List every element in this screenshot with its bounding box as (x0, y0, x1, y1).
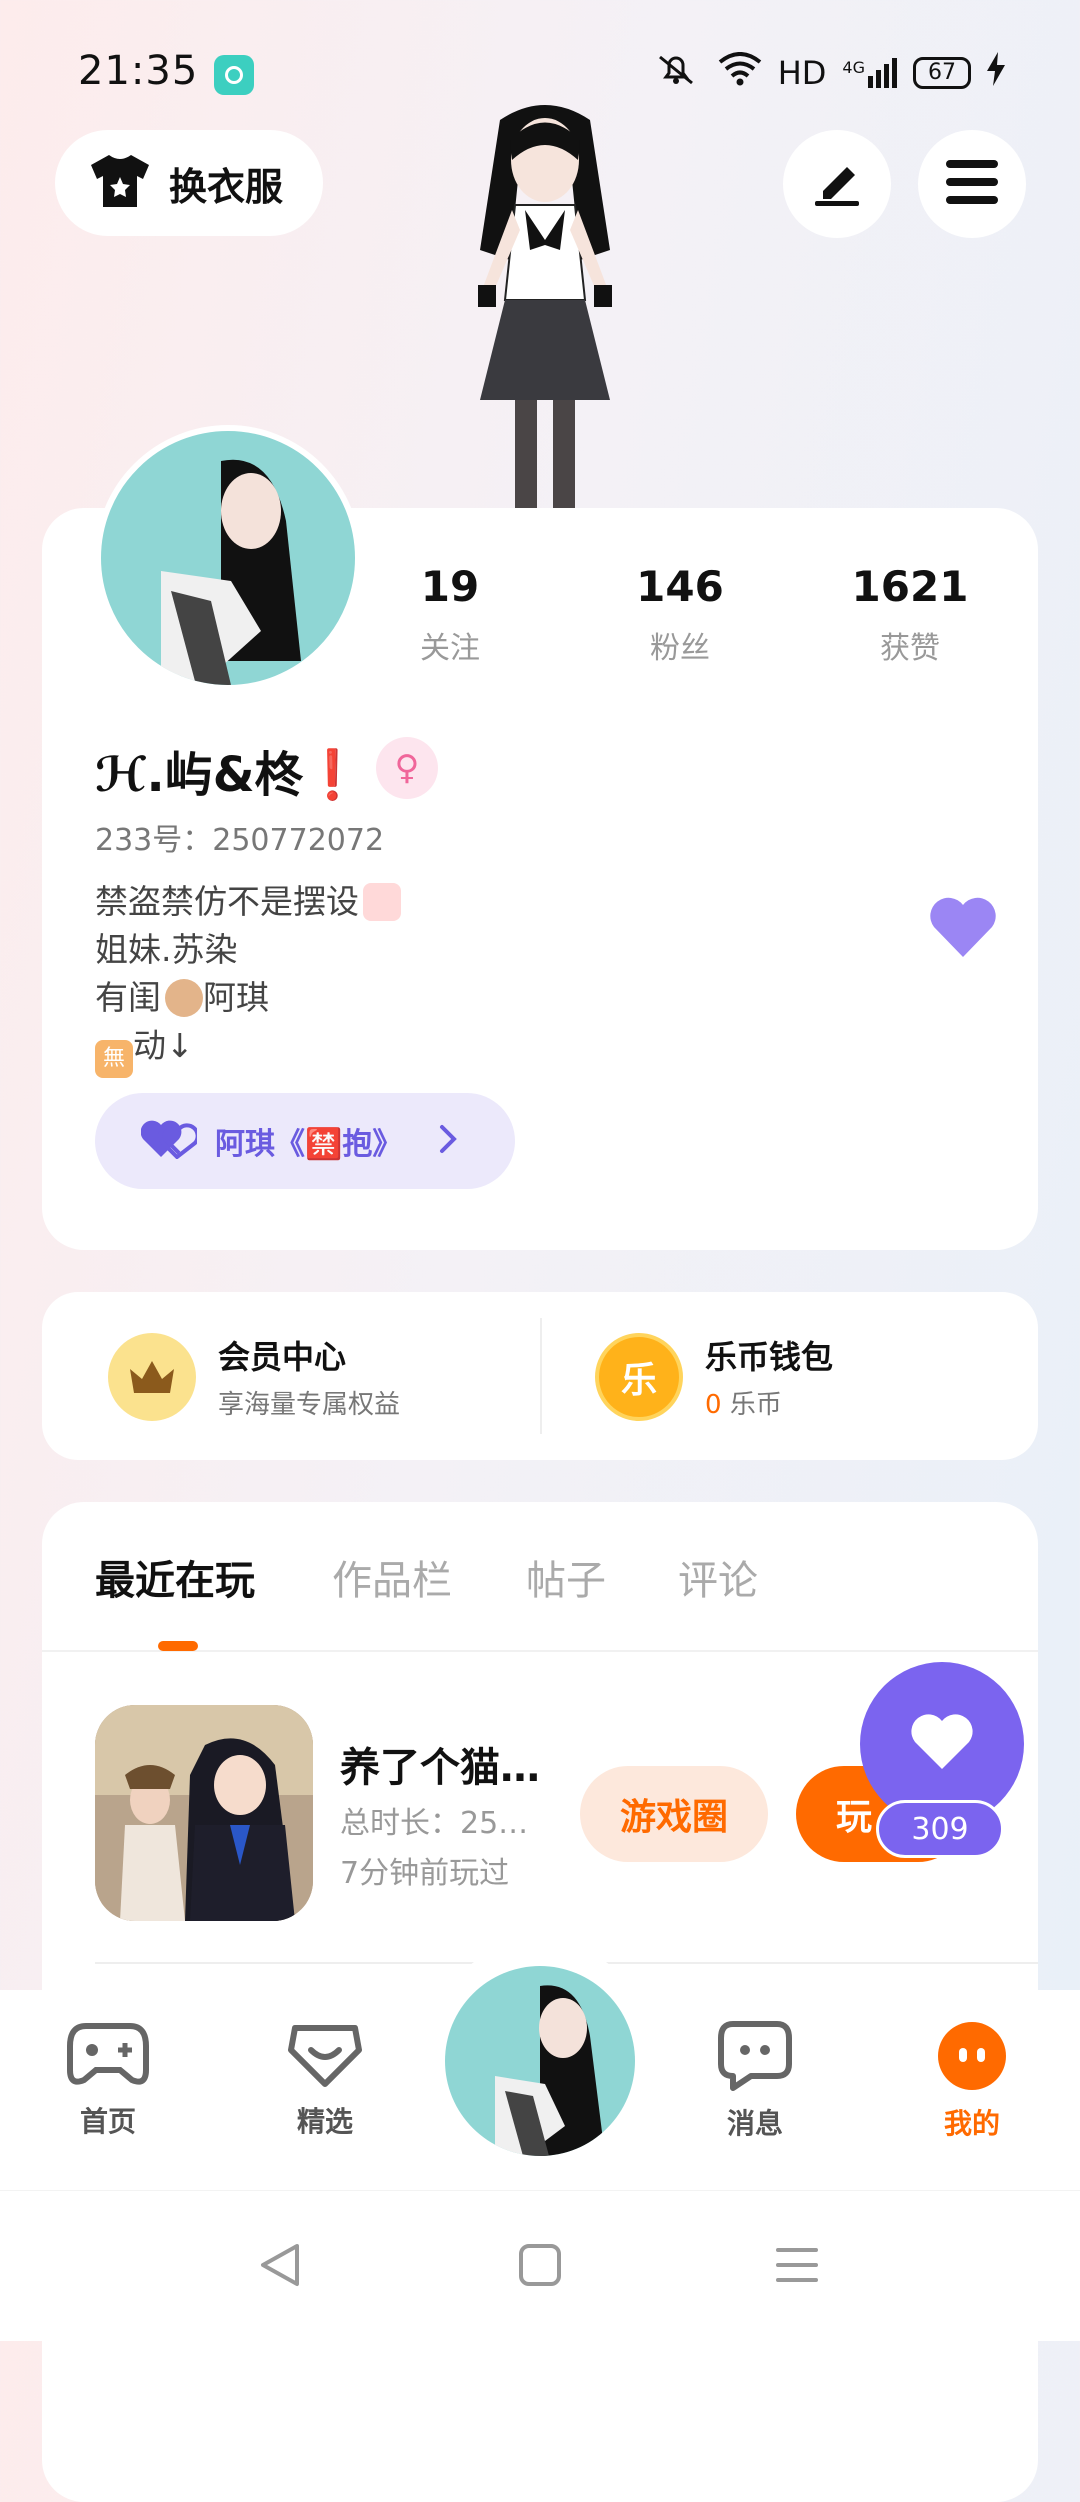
heart-box-icon (285, 2025, 365, 2094)
likes-label: 获赞 (880, 631, 940, 666)
likes-count: 1621 (851, 562, 969, 611)
relationship-pill[interactable]: 阿琪《🈲抱》 (95, 1093, 515, 1189)
purple-heart-icon[interactable] (928, 895, 998, 959)
charging-icon (987, 51, 1005, 94)
shirt-icon (89, 153, 151, 213)
vip-center-entry[interactable]: 会员中心 享海量专属权益 (108, 1332, 400, 1421)
wallet-entry[interactable]: 乐 乐币钱包 0 乐币 (595, 1332, 833, 1421)
recents-icon[interactable] (772, 2240, 822, 2294)
hd-label: HD (777, 53, 827, 92)
double-heart-icon (140, 1119, 200, 1163)
avatar-character[interactable] (420, 100, 670, 510)
nav-messages[interactable]: 消息 (695, 2020, 815, 2142)
nav-featured[interactable]: 精选 (265, 2020, 385, 2140)
signal-icon: 4G (842, 57, 897, 88)
menu-icon (946, 160, 998, 208)
no-emoji-icon: 無 (95, 1040, 133, 1078)
nickname: ℋ.屿&柊❗ (95, 747, 363, 803)
stat-fans[interactable]: 146 粉丝 (580, 562, 780, 667)
wallet-balance: 0 乐币 (705, 1390, 782, 1420)
back-icon[interactable] (255, 2240, 305, 2294)
chat-icon (717, 2021, 793, 2096)
anger-emoji-icon (363, 883, 401, 921)
female-gender-icon: ♀ (376, 737, 438, 799)
nav-featured-label: 精选 (296, 2105, 353, 2138)
game-title[interactable]: 养了个猫… (340, 1735, 540, 1793)
game-duration: 总时长：25… (340, 1806, 529, 1841)
bio-line-2: 姐妹.苏染 (95, 930, 238, 969)
coin-icon: 乐 (595, 1332, 683, 1421)
game-thumbnail[interactable] (95, 1705, 313, 1921)
bio-line-3: 有闺 阿琪 (95, 978, 269, 1017)
nav-messages-label: 消息 (726, 2107, 783, 2140)
change-outfit-button[interactable]: 换衣服 (55, 130, 323, 236)
game-last-played: 7分钟前玩过 (340, 1856, 510, 1891)
menu-button[interactable] (918, 130, 1026, 238)
pen-icon (811, 157, 863, 211)
nav-me-label: 我的 (943, 2107, 1000, 2140)
monkey-emoji-icon (165, 979, 203, 1017)
app-notification-icon (214, 55, 254, 95)
wallet-title: 乐币钱包 (705, 1338, 834, 1376)
vip-title: 会员中心 (218, 1338, 347, 1376)
tab-works[interactable]: 作品栏 (332, 1548, 452, 1606)
wifi-icon (718, 51, 762, 94)
active-tab-indicator (158, 1641, 198, 1651)
bio-line-4: 無动↓ (95, 1022, 401, 1078)
center-avatar-button[interactable] (445, 1966, 635, 2156)
home-icon[interactable] (515, 2240, 565, 2294)
stat-following[interactable]: 19 关注 (350, 562, 550, 667)
tab-recent-play[interactable]: 最近在玩 (95, 1548, 255, 1606)
nav-home[interactable]: 首页 (48, 2020, 168, 2140)
chevron-right-icon (438, 1123, 458, 1159)
vip-subtitle: 享海量专属权益 (218, 1390, 401, 1420)
bio-line-1: 禁盗禁仿不是摆设 (95, 878, 401, 926)
avatar[interactable] (95, 425, 361, 691)
fans-label: 粉丝 (650, 631, 710, 666)
like-count-badge: 309 (876, 1800, 1004, 1858)
nav-home-label: 首页 (79, 2105, 136, 2138)
change-outfit-label: 换衣服 (169, 164, 284, 209)
relationship-name: 阿琪《🈲抱》 (215, 1127, 403, 1162)
bio: 禁盗禁仿不是摆设 姐妹.苏染 有闺 阿琪 無动↓ (95, 878, 401, 1078)
stat-likes[interactable]: 1621 获赞 (810, 562, 1010, 667)
status-indicators: HD 4G 67 (650, 50, 1005, 95)
me-icon (934, 2022, 1010, 2096)
nav-me[interactable]: 我的 (912, 2020, 1032, 2142)
following-label: 关注 (420, 631, 480, 666)
following-count: 19 (420, 562, 480, 611)
crown-icon (108, 1332, 196, 1421)
fans-count: 146 (636, 562, 724, 611)
tab-comments[interactable]: 评论 (678, 1548, 758, 1606)
game-circle-button[interactable]: 游戏圈 (580, 1766, 768, 1862)
white-heart-icon (910, 1713, 974, 1775)
tab-posts[interactable]: 帖子 (526, 1548, 606, 1606)
edit-profile-button[interactable] (783, 130, 891, 238)
mute-icon (650, 51, 702, 95)
gamepad-icon (66, 2023, 150, 2094)
status-time: 21:35 (78, 48, 199, 94)
member-divider (540, 1318, 542, 1434)
user-id[interactable]: 233号：250772072 (95, 815, 384, 859)
battery-indicator: 67 (913, 56, 971, 89)
